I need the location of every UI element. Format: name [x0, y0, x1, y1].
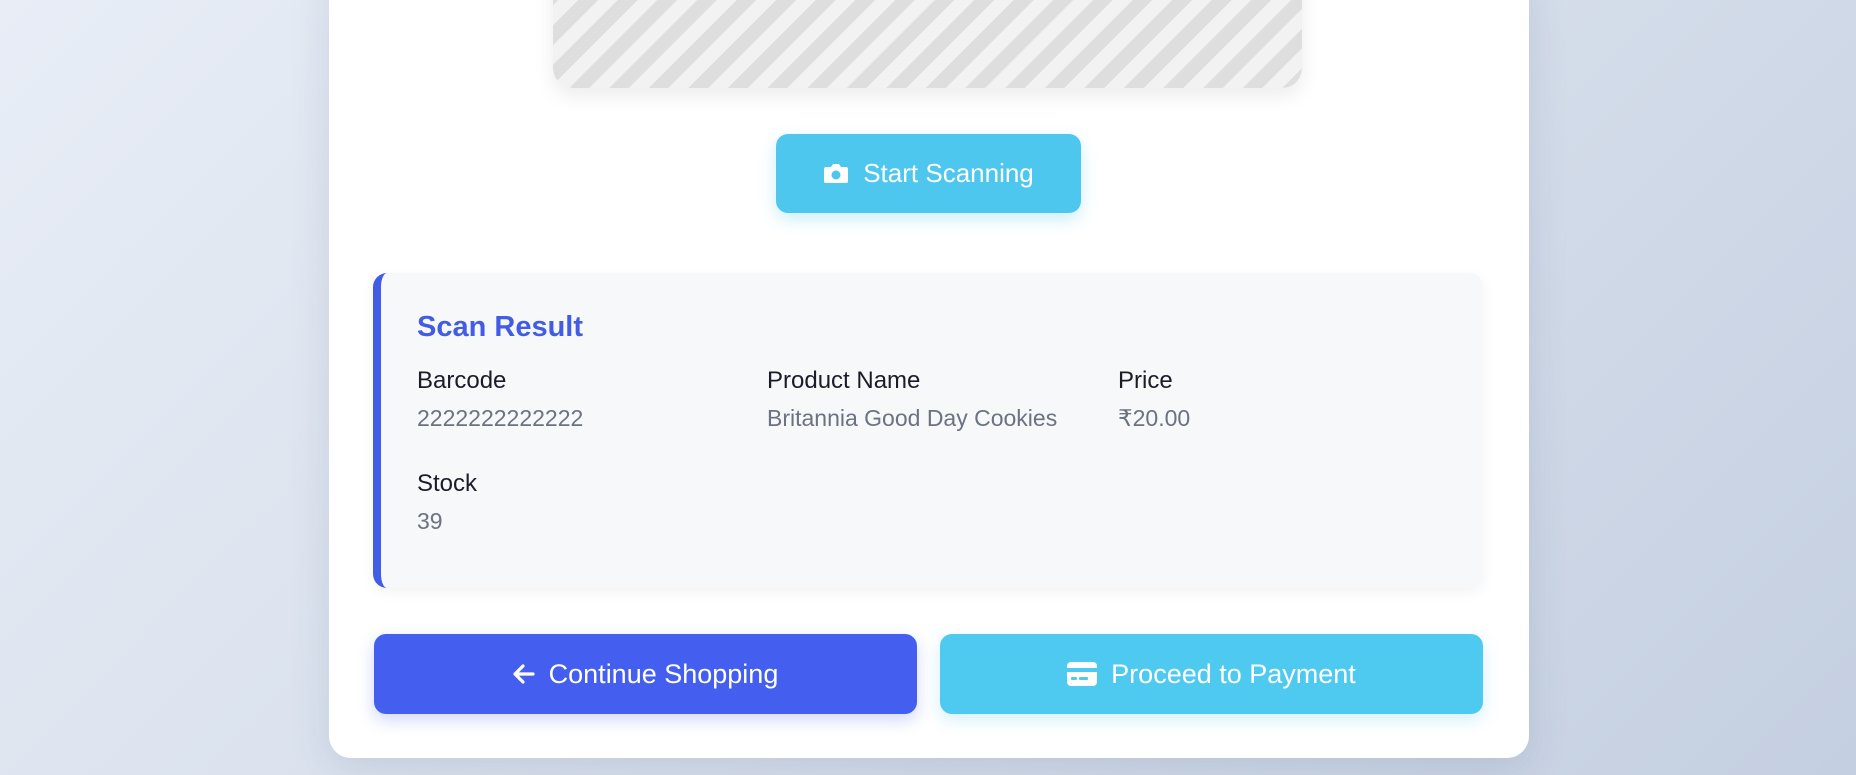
product-name-label: Product Name [767, 367, 921, 394]
product-name-value: Britannia Good Day Cookies [767, 405, 1058, 431]
arrow-left-icon [513, 664, 535, 684]
stock-value: 39 [417, 508, 443, 534]
price-field: Price ₹20.00 [1118, 367, 1190, 432]
stock-field: Stock 39 [417, 470, 477, 535]
continue-shopping-label: Continue Shopping [548, 658, 779, 689]
camera-preview [553, 0, 1302, 88]
price-value: ₹20.00 [1118, 405, 1191, 431]
proceed-to-payment-button[interactable]: Proceed to Payment [940, 634, 1483, 714]
scan-result-title: Scan Result [417, 311, 583, 343]
product-name-field: Product Name Britannia Good Day Cookies [767, 367, 1057, 432]
scan-result-panel: Scan Result Barcode 2222222222222 Produc… [373, 273, 1483, 588]
price-label: Price [1118, 367, 1173, 394]
barcode-field: Barcode 2222222222222 [417, 367, 583, 432]
barcode-label: Barcode [417, 367, 507, 394]
barcode-value: 2222222222222 [417, 405, 584, 431]
camera-icon [823, 162, 849, 185]
scanner-card: Start Scanning Scan Result Barcode 22222… [329, 0, 1529, 758]
credit-card-icon [1067, 662, 1098, 686]
start-scanning-label: Start Scanning [863, 158, 1034, 188]
stock-label: Stock [417, 470, 478, 497]
proceed-to-payment-label: Proceed to Payment [1111, 658, 1356, 689]
continue-shopping-button[interactable]: Continue Shopping [374, 634, 917, 714]
start-scanning-button[interactable]: Start Scanning [776, 134, 1081, 213]
